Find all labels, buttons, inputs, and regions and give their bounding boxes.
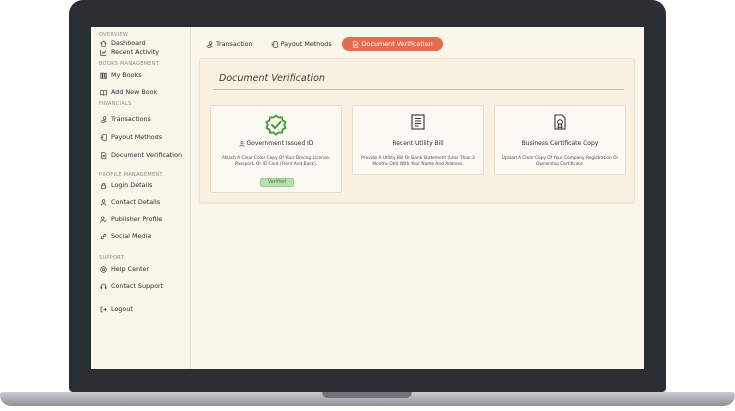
document-verification-panel: Document Verification Government Issued … (199, 58, 635, 203)
sidebar-item-label: Transactions (111, 115, 151, 123)
sidebar-item-label: Payout Methods (111, 133, 163, 141)
section-title-books: Books Management (99, 61, 160, 67)
sidebar-item-add-new-book[interactable]: Add New Book (99, 88, 190, 97)
sidebar-item-label: Login Details (111, 181, 153, 189)
sidebar-item-payout-methods[interactable]: Payout Methods (99, 133, 190, 142)
sidebar-item-label: Add New Book (111, 88, 158, 96)
card-description: Provide A Utility Bill Or Bank Statement… (361, 156, 475, 167)
app-screen: Overview Dashboard Recent Activity Books… (91, 27, 644, 369)
sidebar-item-my-books[interactable]: My Books (99, 71, 190, 80)
sidebar-item-social-media[interactable]: Social Media (99, 232, 190, 241)
tab-bar: Transaction Payout Methods Document Veri… (192, 36, 443, 52)
sidebar-item-label: My Books (111, 71, 142, 79)
books-icon (99, 72, 107, 80)
headset-icon (99, 283, 107, 291)
section-title-overview: Overview (99, 32, 129, 38)
sidebar-item-label: Dashboard (111, 39, 146, 47)
panel-divider (213, 89, 624, 90)
tab-transaction[interactable]: Transaction (192, 37, 261, 51)
card-title: Recent Utility Bill (392, 140, 444, 147)
sidebar-item-label: Publisher Profile (111, 215, 163, 223)
logout-icon (99, 306, 107, 314)
section-title-profile: Profile Management (99, 172, 163, 178)
verified-badge-icon (211, 113, 341, 137)
sidebar-item-help-center[interactable]: Help Center (99, 265, 190, 274)
section-title-financials: Financials (99, 101, 132, 107)
hand-coin-icon (99, 116, 107, 124)
sidebar-item-contact-details[interactable]: Contact Details (99, 198, 190, 207)
document-icon (352, 40, 358, 48)
card-government-id[interactable]: Government Issued ID Attach A Clear Colo… (210, 105, 342, 193)
card-utility-bill[interactable]: Recent Utility Bill Provide A Utility Bi… (352, 105, 484, 175)
certificate-icon (495, 113, 625, 131)
open-book-icon (99, 89, 107, 97)
tab-label: Transaction (216, 40, 253, 48)
user-icon (239, 140, 244, 147)
main-content: Transaction Payout Methods Document Veri… (192, 27, 644, 369)
sidebar-item-label: Social Media (111, 232, 152, 240)
user-icon (99, 199, 107, 207)
panel-title: Document Verification (219, 73, 325, 84)
publisher-icon (99, 216, 107, 224)
payout-icon (271, 40, 278, 48)
home-icon (99, 40, 107, 48)
document-icon (99, 152, 107, 160)
card-title: Government Issued ID (246, 140, 314, 147)
sidebar-item-logout[interactable]: Logout (99, 305, 190, 314)
verified-badge: Verified (260, 178, 294, 187)
receipt-icon (353, 113, 483, 131)
section-title-support: Support (99, 255, 125, 261)
sidebar-item-label: Help Center (111, 265, 150, 273)
tab-label: Payout Methods (280, 40, 332, 48)
laptop-notch (322, 392, 412, 398)
sidebar-item-contact-support[interactable]: Contact Support (99, 282, 190, 291)
card-description: Attach A Clear Color Copy Of Your Drivin… (221, 156, 331, 167)
chart-icon (99, 49, 107, 57)
card-business-certificate[interactable]: Business Certificate Copy Upload A Clear… (494, 105, 626, 175)
hand-coin-icon (206, 40, 213, 48)
sidebar-item-publisher-profile[interactable]: Publisher Profile (99, 215, 190, 224)
card-title: Business Certificate Copy (521, 140, 599, 147)
tab-label: Document Verification (361, 40, 433, 48)
payout-icon (99, 134, 107, 142)
sidebar-item-label: Logout (111, 305, 133, 313)
help-icon (99, 266, 107, 274)
sidebar-item-label: Contact Details (111, 198, 161, 206)
card-description: Upload A Clear Copy Of Your Company Regi… (501, 156, 619, 167)
sidebar-item-login-details[interactable]: Login Details (99, 181, 190, 190)
sidebar-item-dashboard[interactable]: Dashboard (99, 39, 190, 48)
sidebar-item-transactions[interactable]: Transactions (99, 115, 190, 124)
link-icon (99, 233, 107, 241)
sidebar-item-label: Document Verification (111, 151, 183, 159)
sidebar-item-recent-activity[interactable]: Recent Activity (99, 48, 190, 57)
sidebar: Overview Dashboard Recent Activity Books… (91, 27, 191, 369)
sidebar-item-label: Recent Activity (111, 48, 160, 56)
sidebar-item-document-verification[interactable]: Document Verification (99, 151, 190, 160)
sidebar-item-label: Contact Support (111, 282, 164, 290)
lock-icon (99, 182, 107, 190)
tab-document-verification[interactable]: Document Verification (341, 37, 443, 51)
tab-payout-methods[interactable]: Payout Methods (263, 37, 340, 51)
